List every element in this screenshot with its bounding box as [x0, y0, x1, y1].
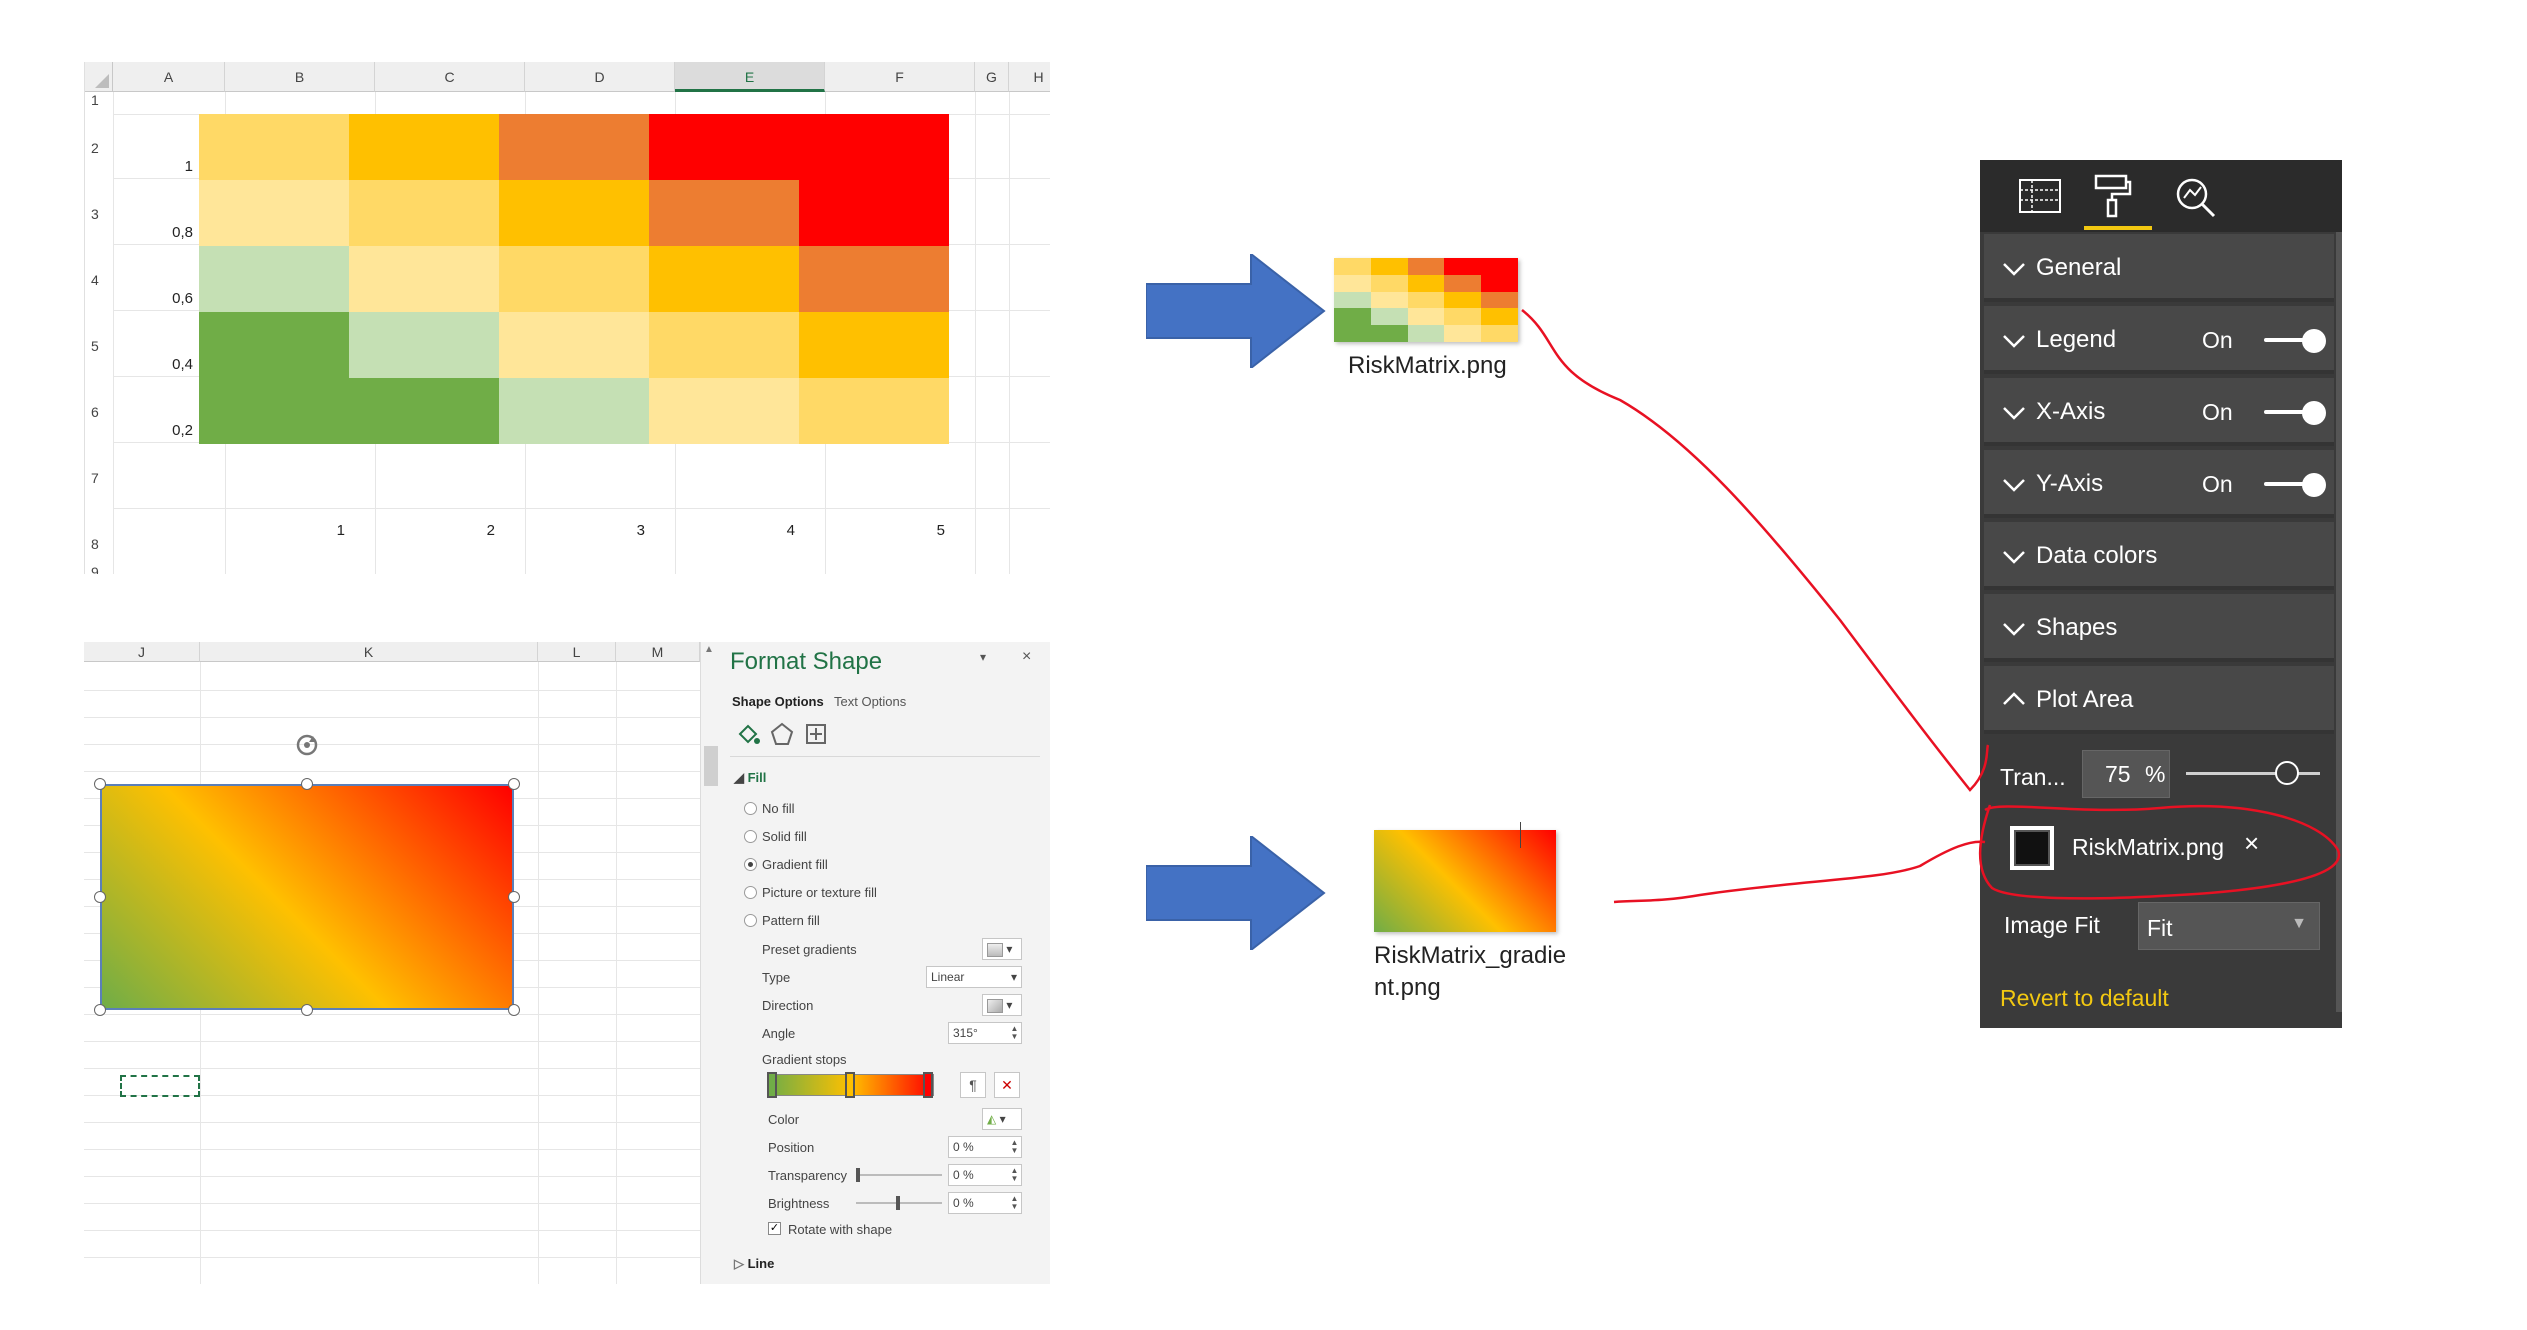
red-annotation-lines: [1521, 309, 2341, 904]
